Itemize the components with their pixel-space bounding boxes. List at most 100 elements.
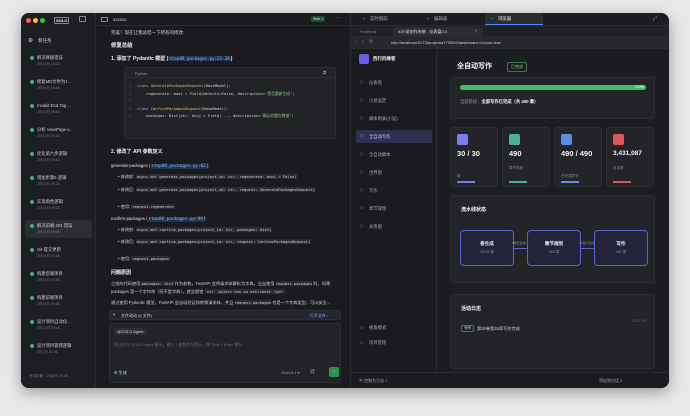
- before-label: 修改前:: [120, 174, 135, 179]
- after-label: 修改后:: [120, 187, 135, 192]
- nav-item[interactable]: ◇ 章节管理: [356, 202, 432, 215]
- send-icon: ↑: [332, 369, 336, 375]
- gen-use-row: • 使用: request.regenerate: [118, 204, 175, 209]
- task-date: 2月14日 04:48: [37, 302, 60, 306]
- generate-packages-label: generate-packages (step08_packages.py:62…: [111, 163, 209, 169]
- task-title: 设计项目自动化...: [37, 319, 71, 324]
- task-title: 解决前端 404 错误: [37, 223, 73, 228]
- nav-icon: ◇: [360, 97, 364, 102]
- tab-icon: ▪: [427, 16, 429, 21]
- step1-file-link[interactable]: step08_packages.py:21-28: [168, 56, 231, 61]
- nav-icon: ◇: [360, 115, 364, 120]
- nav-item[interactable]: ◇ 仪表盘: [356, 76, 432, 89]
- nav-item[interactable]: ◇ 关系图: [356, 220, 432, 233]
- task-item[interactable]: 设计项目自动化... 2月14日 03:46: [25, 316, 92, 334]
- url-input[interactable]: http://localhost:5173/project/a773f392/d…: [391, 40, 501, 45]
- app-name: 西行四缘客: [373, 56, 396, 61]
- task-item[interactable]: 构建后端项目 2月14日 04:46: [25, 268, 92, 286]
- bottom-bar: ▣ 控制台日志 2 添加到对话 2: [351, 372, 669, 388]
- stat-label: 已完成章节: [561, 174, 579, 178]
- nav-item[interactable]: ◇ 写作: [356, 184, 432, 197]
- back-icon[interactable]: ‹: [355, 39, 357, 45]
- copy-icon[interactable]: ⧉: [323, 70, 326, 75]
- model-selector[interactable]: GLM-5.1 ▾: [281, 370, 300, 375]
- nav-label: 关系图: [369, 224, 382, 229]
- activity-row: 写作 第30卷第15章写作完成 07:27:19: [461, 319, 646, 335]
- app-window: SOLO ⊕ 新任务 解决降级错误 2月14日 18:02 修复MD文件为J... 2…: [21, 13, 669, 388]
- conf-file-link[interactable]: step08_packages.py:99: [147, 217, 204, 222]
- reload-icon[interactable]: ↻: [369, 39, 373, 45]
- task-item[interactable]: 构建前端项目 2月14日 04:48: [25, 292, 92, 310]
- gen-file-link[interactable]: step08_packages.py:62: [150, 164, 207, 169]
- pipeline-node[interactable]: 卷生成 30/30 卷: [460, 230, 514, 266]
- reason-paragraph: 之前的代码使用 packages: dict 作为参数，FastAPI 会将请求…: [111, 280, 343, 296]
- code-line: 1 class GeneratePackagesRequest(BaseModel…: [129, 82, 295, 90]
- nav-bottom-item[interactable]: ◇ 视角模式: [356, 322, 432, 334]
- sidebar-toggle-icon[interactable]: [79, 16, 86, 22]
- panel-icon[interactable]: [101, 17, 108, 22]
- pipeline-node-title: 卷生成: [480, 241, 494, 246]
- nav-item[interactable]: ◇ 全自动脚本: [356, 148, 432, 161]
- file-changes-bar[interactable]: ▾ 文件改动 (6 文件) 打开文件 ›: [109, 310, 341, 320]
- nav-item[interactable]: ◇ 世界观: [356, 166, 432, 179]
- send-button[interactable]: ↑: [329, 367, 339, 377]
- status-dot-icon: [30, 272, 34, 276]
- pipeline-node[interactable]: 写作 490 章: [594, 230, 648, 266]
- task-date: 2月1日 21:46: [37, 350, 58, 354]
- code-line: 4 class ConfirmPackagesRequest(BaseModel)…: [129, 105, 295, 113]
- more-icon[interactable]: ⋯: [336, 15, 341, 21]
- code-body: regenerate: bool = Field(default=False, …: [146, 90, 266, 96]
- pipeline-node-title: 写作: [616, 241, 626, 246]
- open-files-link[interactable]: 打开文件 ›: [310, 313, 328, 319]
- nav-label: 脚本制表(小说): [369, 116, 398, 121]
- stat-accent-bar: [509, 181, 527, 183]
- right-tab[interactable]: ▪ 编辑器: [421, 13, 479, 25]
- task-item[interactable]: Git 提交更新 2月14日 04:48: [25, 244, 92, 262]
- summary-heading: 修复总结: [111, 43, 133, 49]
- right-tab[interactable]: ▪ 实时跟踪: [357, 13, 415, 25]
- task-item[interactable]: 修复MD文件为J... 2月14日 06:44: [25, 76, 92, 94]
- current-stage: 当前阶段：全部写作已完成（共 490 章）: [460, 99, 538, 105]
- file-icon: ▾: [113, 312, 116, 317]
- nav-item[interactable]: ◇ 脚本制表(小说): [356, 112, 432, 125]
- nav-bottom-item[interactable]: ◇ 项目管理: [356, 337, 432, 349]
- nav-item[interactable]: ◇ 全自动写作: [356, 130, 432, 143]
- web-badge[interactable]: Web 1: [311, 16, 326, 22]
- forward-icon[interactable]: ›: [362, 39, 364, 45]
- right-tab[interactable]: ▪ 浏览器: [485, 13, 543, 25]
- task-item[interactable]: Invalid End Tag ... 2月14日 06:44: [25, 100, 92, 118]
- agent-chip[interactable]: @SOLO Agent: [114, 328, 147, 335]
- close-window-button[interactable]: [26, 18, 31, 23]
- reason-code: request.packages: [234, 300, 272, 305]
- new-task-button[interactable]: ⊕ 新任务: [25, 35, 92, 47]
- tab-close-icon[interactable]: ×: [475, 28, 478, 33]
- task-item[interactable]: 分析 ViewPage.v... 2月14日 06:13: [25, 124, 92, 142]
- file-changes-label: 文件改动 (6 文件): [121, 313, 153, 318]
- zoom-window-button[interactable]: [40, 18, 45, 23]
- code-tail: (BaseModel):: [203, 83, 231, 88]
- task-item[interactable]: 解决降级错误 2月14日 18:02: [25, 52, 92, 70]
- task-item[interactable]: 设计项目管理逻辑 2月1日 21:46: [25, 340, 92, 358]
- nav-item[interactable]: ◇ 小说设定: [356, 94, 432, 107]
- task-date: 2月14日 06:44: [37, 86, 60, 90]
- gen-before-row: • 修改前: async def generate_packages(proje…: [118, 174, 298, 179]
- frontend-label[interactable]: Frontend: [360, 29, 376, 34]
- pipeline-node[interactable]: 章节规划 490 章: [527, 230, 581, 266]
- task-item[interactable]: 解决前端 404 错误 2月14日 05:06: [25, 220, 92, 238]
- reason-text: 作为参数，FastAPI 会将请求体解析为字典。当当使用: [173, 281, 275, 286]
- task-item[interactable]: 优化第六步逻辑 2月14日 05:40: [25, 148, 92, 166]
- console-log-toggle[interactable]: ▣ 控制台日志 2: [359, 378, 387, 384]
- minimize-window-button[interactable]: [33, 18, 38, 23]
- status-dot-icon: [30, 152, 34, 156]
- code-body: packages: Dict[str, Any] = Field(..., de…: [146, 113, 261, 119]
- page-tab-title: AI小说创作系统 - 仪表盘2.0: [398, 29, 447, 34]
- browser-page-tab[interactable]: AI小说创作系统 - 仪表盘2.0 ×: [393, 27, 483, 37]
- add-to-chat-button[interactable]: 添加到对话 2: [599, 378, 622, 384]
- task-item[interactable]: 实现角色逻辑 2月14日 05:23: [25, 196, 92, 214]
- chat-input[interactable]: 您正在与 SOLO Agent 聊天，输入 / 查看命令提示，按 Shift +…: [114, 342, 242, 348]
- task-date: 2月14日 04:48: [37, 254, 60, 258]
- attach-icon[interactable]: @: [310, 369, 315, 375]
- mode-selector[interactable]: ⚙ 生成: [114, 370, 127, 376]
- expand-icon[interactable]: ⤢: [653, 16, 657, 22]
- task-item[interactable]: 增加步骤5 逻辑 2月14日 05:24: [25, 172, 92, 190]
